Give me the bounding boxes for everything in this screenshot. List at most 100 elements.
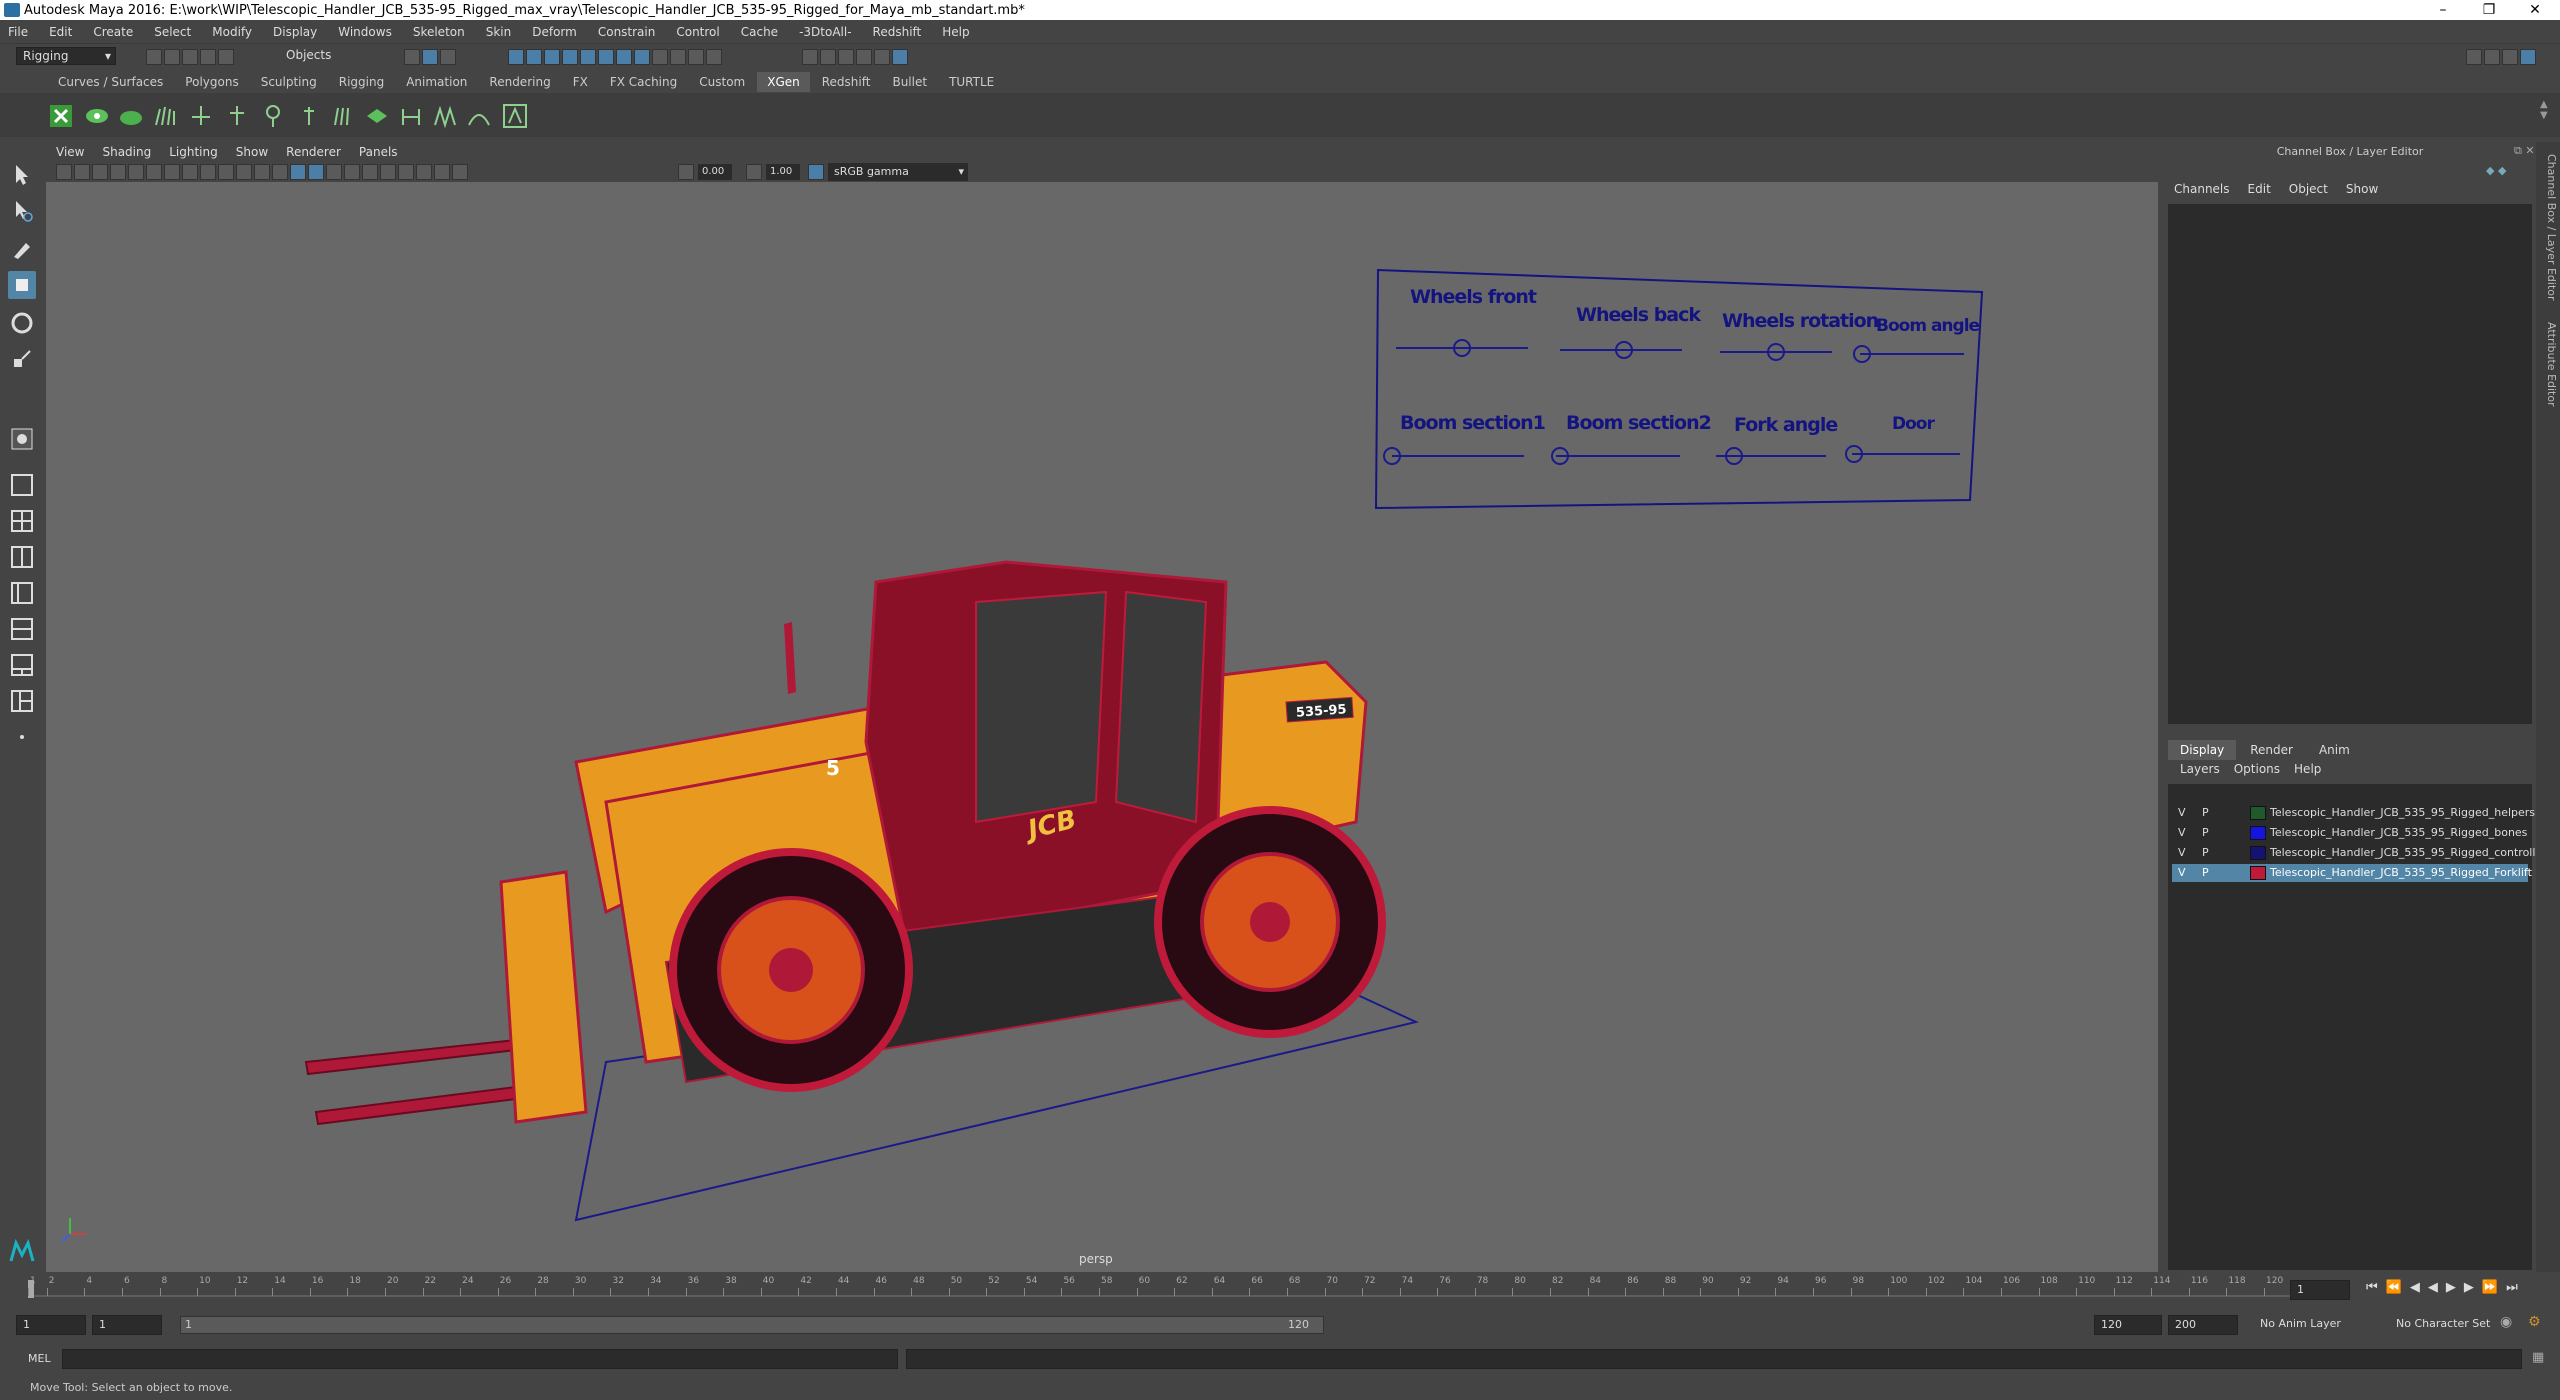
add-primitives-icon[interactable]: [118, 103, 144, 129]
layer-name[interactable]: Telescopic_Handler_JCB_535_95_Rigged_For…: [2270, 864, 2532, 882]
menu-skin[interactable]: Skin: [486, 25, 512, 39]
playback-start-field[interactable]: 1: [92, 1315, 162, 1335]
minimize-button[interactable]: –: [2420, 0, 2466, 20]
ipr-render-icon[interactable]: [838, 49, 854, 65]
toggle-modeling-toolkit-icon[interactable]: [2466, 49, 2482, 65]
isolate-select-icon[interactable]: [416, 164, 432, 180]
resolution-gate-icon[interactable]: [164, 164, 180, 180]
menu-windows[interactable]: Windows: [338, 25, 392, 39]
snap-grid-icon[interactable]: [688, 49, 704, 65]
paint-select-tool-icon[interactable]: [8, 235, 36, 263]
film-gate-icon[interactable]: [146, 164, 162, 180]
lock-selection-icon[interactable]: [652, 49, 668, 65]
menu-control[interactable]: Control: [676, 25, 719, 39]
select-by-joint-icon[interactable]: [526, 49, 542, 65]
layer-visibility-toggle[interactable]: V: [2178, 864, 2186, 882]
menu-3dtoall[interactable]: -3DtoAll-: [799, 25, 851, 39]
sculpt-guides-icon[interactable]: [188, 103, 214, 129]
viewport-menu-show[interactable]: Show: [236, 145, 268, 159]
clump-brush-icon[interactable]: [466, 103, 492, 129]
viewport-menu-panels[interactable]: Panels: [359, 145, 398, 159]
telescopic-handler-model[interactable]: [304, 560, 1386, 1126]
layer-color-swatch[interactable]: [2250, 826, 2266, 840]
menu-select[interactable]: Select: [154, 25, 191, 39]
menu-file[interactable]: File: [8, 25, 28, 39]
layout-four-icon[interactable]: [8, 507, 36, 535]
select-mode-dropdown[interactable]: Objects: [280, 47, 380, 65]
shelf-scroll-icon[interactable]: ▲ ▼: [2540, 99, 2548, 121]
place-guides-icon[interactable]: [152, 103, 178, 129]
color-management-icon[interactable]: [808, 164, 824, 180]
viewport-menu-lighting[interactable]: Lighting: [169, 145, 218, 159]
layer-visibility-toggle[interactable]: V: [2178, 844, 2186, 862]
menu-skeleton[interactable]: Skeleton: [413, 25, 465, 39]
smooth-shade-icon[interactable]: [272, 164, 288, 180]
layer-tab-display[interactable]: Display: [2168, 740, 2237, 760]
layer-color-swatch[interactable]: [2250, 866, 2266, 880]
channel-box-menu-channels[interactable]: Channels: [2174, 182, 2230, 196]
channel-box-menu-show[interactable]: Show: [2346, 182, 2378, 196]
rotate-tool-icon[interactable]: [8, 309, 36, 337]
interactive-groom-icon[interactable]: [502, 103, 528, 129]
render-view-icon[interactable]: [802, 49, 818, 65]
command-language-label[interactable]: MEL: [28, 1352, 51, 1365]
menu-modify[interactable]: Modify: [212, 25, 252, 39]
groom-brush-icon[interactable]: [398, 103, 424, 129]
shelf-tab-turtle[interactable]: TURTLE: [939, 72, 1004, 92]
last-tool-icon[interactable]: [8, 425, 36, 453]
select-by-handle-icon[interactable]: [508, 49, 524, 65]
exposure-icon[interactable]: [678, 164, 694, 180]
auto-key-icon[interactable]: ◉: [2500, 1314, 2512, 1330]
layout-outliner-icon[interactable]: [8, 579, 36, 607]
render-settings-icon[interactable]: [856, 49, 872, 65]
select-tool-icon[interactable]: [8, 161, 36, 189]
guide-bend-icon[interactable]: [296, 103, 322, 129]
layer-playback-toggle[interactable]: P: [2202, 844, 2209, 862]
scale-tool-icon[interactable]: [8, 345, 36, 373]
shelf-tab-polygons[interactable]: Polygons: [175, 72, 248, 92]
grid-toggle-icon[interactable]: [128, 164, 144, 180]
channel-box-options-icon[interactable]: ◆ ◆: [2486, 164, 2506, 177]
layout-graph-icon[interactable]: [8, 615, 36, 643]
menu-create[interactable]: Create: [93, 25, 133, 39]
layer-color-swatch[interactable]: [2250, 846, 2266, 860]
gamma-icon[interactable]: [746, 164, 762, 180]
rebuild-guides-icon[interactable]: [330, 103, 356, 129]
layer-row[interactable]: V P Telescopic_Handler_JCB_535_95_Rigged…: [2172, 804, 2535, 822]
bookmark-icon[interactable]: [92, 164, 108, 180]
gate-mask-icon[interactable]: [182, 164, 198, 180]
layout-custom-icon[interactable]: [8, 687, 36, 715]
exposure-field[interactable]: 0.00: [698, 164, 732, 180]
cut-brush-icon[interactable]: [432, 103, 458, 129]
image-plane-icon[interactable]: [110, 164, 126, 180]
toggle-tool-settings-icon[interactable]: [2502, 49, 2518, 65]
select-by-misc-icon[interactable]: [634, 49, 650, 65]
shelf-tab-bullet[interactable]: Bullet: [882, 72, 937, 92]
layout-two-icon[interactable]: [8, 543, 36, 571]
sidebar-tab-channel-box[interactable]: Channel Box / Layer Editor: [2538, 154, 2558, 314]
hierarchy-mode-icon[interactable]: [404, 49, 420, 65]
playback-end-field[interactable]: 120: [2094, 1315, 2162, 1335]
layer-visibility-toggle[interactable]: V: [2178, 824, 2186, 842]
highlight-selection-icon[interactable]: [670, 49, 686, 65]
shelf-tab-rendering[interactable]: Rendering: [479, 72, 560, 92]
shadows-icon[interactable]: [344, 164, 360, 180]
component-mode-icon[interactable]: [440, 49, 456, 65]
add-guide-icon[interactable]: [224, 103, 250, 129]
shelf-tab-animation[interactable]: Animation: [396, 72, 477, 92]
density-brush-icon[interactable]: [364, 103, 390, 129]
select-by-deform-icon[interactable]: [580, 49, 596, 65]
menu-constrain[interactable]: Constrain: [598, 25, 656, 39]
animation-start-field[interactable]: 1: [16, 1315, 86, 1335]
layer-tab-render[interactable]: Render: [2238, 740, 2305, 760]
shelf-tab-sculpting[interactable]: Sculpting: [251, 72, 327, 92]
viewport-menu-renderer[interactable]: Renderer: [286, 145, 341, 159]
layer-menu-options[interactable]: Options: [2234, 762, 2280, 776]
layer-menu-layers[interactable]: Layers: [2180, 762, 2220, 776]
layer-playback-toggle[interactable]: P: [2202, 804, 2209, 822]
use-lights-icon[interactable]: [326, 164, 342, 180]
layer-name[interactable]: Telescopic_Handler_JCB_535_95_Rigged_con…: [2270, 844, 2552, 862]
field-chart-icon[interactable]: [200, 164, 216, 180]
xray-joints-icon[interactable]: [452, 164, 468, 180]
layout-persp-icon[interactable]: [8, 651, 36, 679]
